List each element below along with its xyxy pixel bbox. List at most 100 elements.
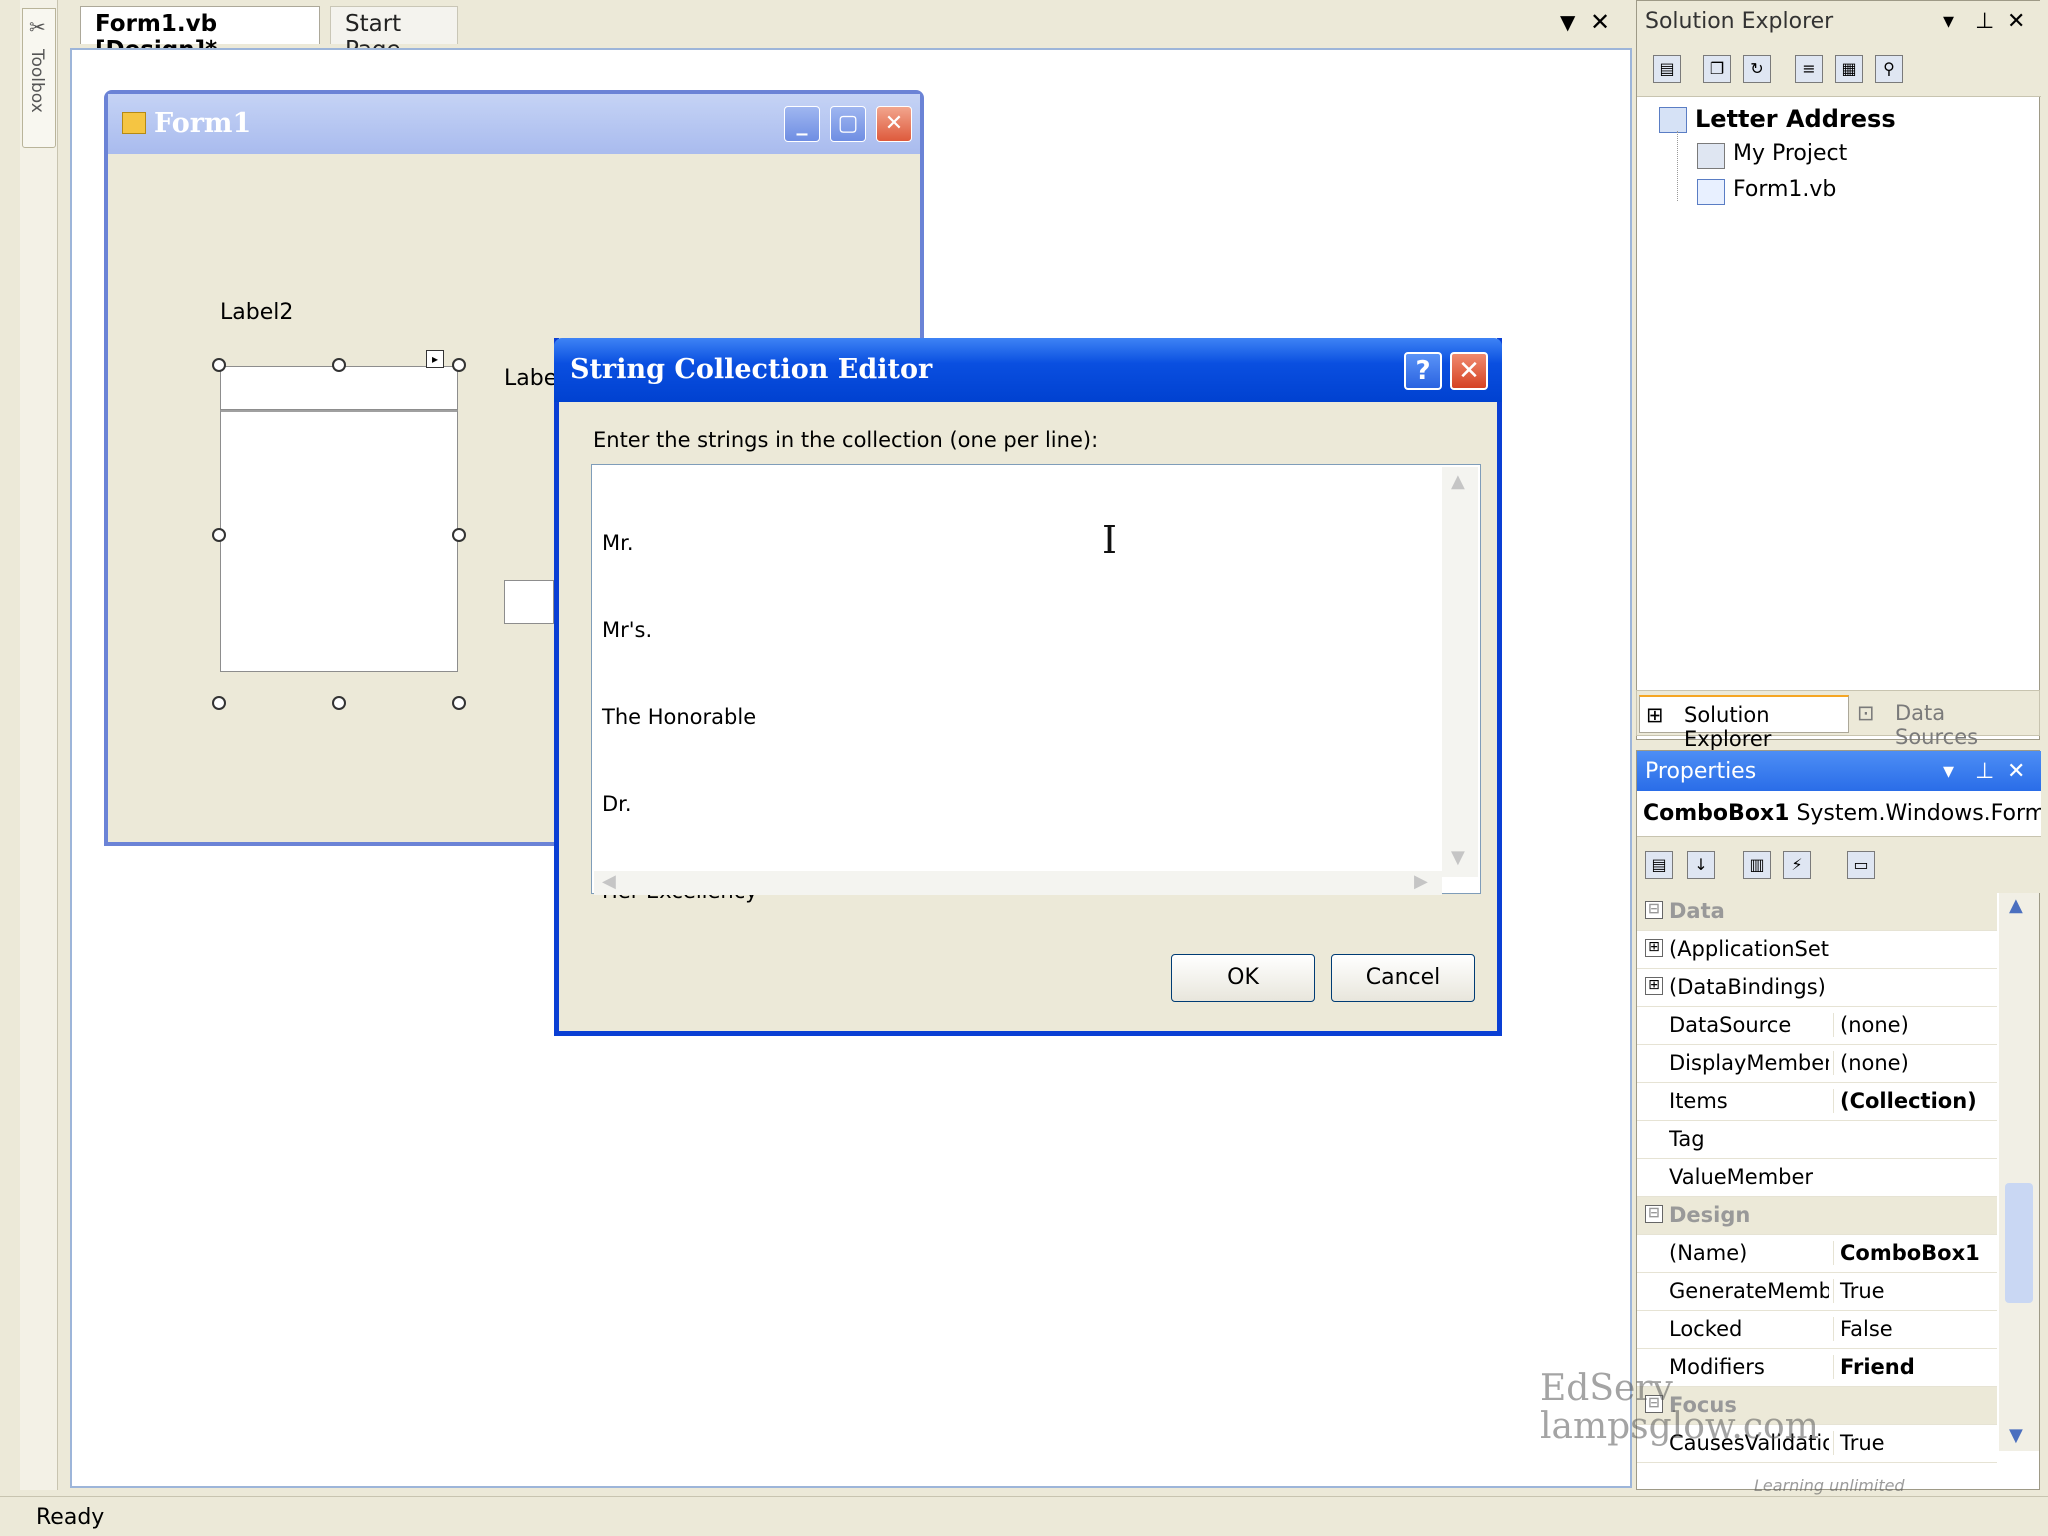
object-selector[interactable]: ComboBox1 System.Windows.Form: [1637, 791, 2041, 837]
expand-icon[interactable]: ⊞: [1645, 977, 1663, 995]
property-name: Locked: [1669, 1317, 1743, 1341]
property-value[interactable]: False: [1833, 1317, 2004, 1341]
property-value[interactable]: (Collection): [1833, 1089, 2004, 1113]
pin-icon[interactable]: ⊥: [1975, 759, 1994, 784]
vertical-scrollbar[interactable]: ▲ ▼: [1442, 467, 1478, 877]
help-button[interactable]: ?: [1404, 352, 1442, 390]
resize-handle[interactable]: [212, 696, 226, 710]
dialog-close-button[interactable]: ✕: [1450, 352, 1488, 390]
property-name: Items: [1669, 1089, 1728, 1113]
property-row[interactable]: Tag: [1637, 1121, 1997, 1159]
property-row[interactable]: ValueMember: [1637, 1159, 1997, 1197]
dialog-title-bar[interactable]: String Collection Editor ? ✕: [554, 338, 1502, 402]
property-row[interactable]: DataSource (none): [1637, 1007, 1997, 1045]
resize-handle[interactable]: [452, 358, 466, 372]
scroll-left-icon[interactable]: ◀: [602, 871, 616, 892]
property-value[interactable]: ComboBox1: [1833, 1241, 2004, 1265]
horizontal-scrollbar[interactable]: ◀ ▶: [594, 871, 1442, 895]
tab-solution-explorer[interactable]: ⊞ Solution Explorer: [1639, 695, 1849, 751]
properties-toolbar: ▤ ↓ ▥ ⚡ ▭: [1637, 837, 2041, 893]
solution-explorer-pane[interactable]: Solution Explorer ▾ ⊥ ✕ ▤ ❐ ↻ ≡ ▦ ⚲ Lett…: [1636, 0, 2041, 740]
property-value[interactable]: True: [1833, 1431, 2004, 1455]
property-row[interactable]: DisplayMember (none): [1637, 1045, 1997, 1083]
categorized-icon[interactable]: ▤: [1645, 851, 1673, 879]
property-value[interactable]: True: [1833, 1279, 2004, 1303]
pin-icon[interactable]: ⊥: [1975, 9, 1994, 34]
tab-data-sources[interactable]: ⊡ Data Sources: [1851, 695, 2037, 749]
property-row[interactable]: Locked False: [1637, 1311, 1997, 1349]
events-icon[interactable]: ⚡: [1783, 851, 1811, 879]
refresh-icon[interactable]: ↻: [1743, 55, 1771, 83]
scroll-right-icon[interactable]: ▶: [1414, 871, 1428, 892]
ok-button[interactable]: OK: [1171, 954, 1315, 1002]
scroll-down-icon[interactable]: ▼: [2009, 1425, 2023, 1446]
property-category[interactable]: ⊟ Data: [1637, 893, 1997, 931]
view-designer-icon[interactable]: ▦: [1835, 55, 1863, 83]
chevron-down-icon[interactable]: ▾: [1943, 759, 1954, 784]
close-icon[interactable]: ✕: [876, 106, 912, 142]
tree-root-project[interactable]: Letter Address: [1695, 105, 1896, 133]
resize-handle[interactable]: [212, 358, 226, 372]
view-code-icon[interactable]: ≡: [1795, 55, 1823, 83]
minimize-icon[interactable]: _: [784, 106, 820, 142]
property-value[interactable]: (none): [1833, 1013, 2004, 1037]
property-name: Design: [1669, 1203, 1751, 1227]
tree-item-form1[interactable]: Form1.vb: [1733, 177, 1836, 202]
property-value[interactable]: (none): [1833, 1051, 2004, 1075]
collapse-icon[interactable]: ⊟: [1645, 1205, 1663, 1223]
property-row[interactable]: (Name) ComboBox1: [1637, 1235, 1997, 1273]
string-collection-editor-dialog[interactable]: String Collection Editor ? ✕ Enter the s…: [554, 338, 1502, 1036]
tab-form1-design[interactable]: Form1.vb [Design]*: [80, 6, 320, 63]
property-value[interactable]: Friend: [1833, 1355, 2004, 1379]
smart-tag-icon[interactable]: ▸: [426, 350, 444, 368]
text-cursor-icon: I: [1102, 518, 1118, 562]
close-icon[interactable]: ✕: [1590, 8, 1610, 36]
property-row[interactable]: ⊞ (DataBindings): [1637, 969, 1997, 1007]
tree-item-my-project[interactable]: My Project: [1733, 141, 1847, 166]
property-row[interactable]: GenerateMembe True: [1637, 1273, 1997, 1311]
properties-icon[interactable]: ▤: [1653, 55, 1681, 83]
cancel-button[interactable]: Cancel: [1331, 954, 1475, 1002]
scroll-thumb[interactable]: [2005, 1183, 2033, 1303]
collapse-icon[interactable]: ⊟: [1645, 901, 1663, 919]
resize-handle[interactable]: [332, 358, 346, 372]
scroll-up-icon[interactable]: ▲: [1451, 471, 1465, 492]
scroll-up-icon[interactable]: ▲: [2009, 895, 2023, 916]
toolbox-tab[interactable]: ✂ Toolbox: [22, 8, 56, 148]
combobox1-list[interactable]: [220, 410, 458, 672]
label2[interactable]: Label2: [220, 300, 293, 325]
strings-textarea[interactable]: Mr. Mr's. The Honorable Dr. Her Excellen…: [591, 464, 1481, 903]
expand-icon[interactable]: ⊞: [1645, 939, 1663, 957]
textbox-partial[interactable]: [504, 580, 554, 624]
tab-start-page[interactable]: Start Page: [330, 6, 458, 63]
tab-label: Data Sources: [1895, 701, 1979, 749]
close-icon[interactable]: ✕: [2007, 759, 2025, 784]
dialog-title: String Collection Editor: [570, 354, 933, 385]
properties-view-icon[interactable]: ▥: [1743, 851, 1771, 879]
alphabetical-icon[interactable]: ↓: [1687, 851, 1715, 879]
label1-partial[interactable]: Labe: [504, 366, 557, 391]
chevron-down-icon[interactable]: ▾: [1943, 9, 1954, 34]
property-pages-icon[interactable]: ▭: [1847, 851, 1875, 879]
close-icon[interactable]: ✕: [2007, 9, 2025, 34]
resize-handle[interactable]: [332, 696, 346, 710]
property-row[interactable]: Items (Collection): [1637, 1083, 1997, 1121]
resize-handle[interactable]: [452, 528, 466, 542]
class-diagram-icon[interactable]: ⚲: [1875, 55, 1903, 83]
scroll-down-icon[interactable]: ▼: [1451, 847, 1465, 868]
property-category[interactable]: ⊟ Design: [1637, 1197, 1997, 1235]
property-name: (Name): [1669, 1241, 1748, 1265]
resize-handle[interactable]: [212, 528, 226, 542]
maximize-icon[interactable]: ▢: [830, 106, 866, 142]
properties-scrollbar[interactable]: ▲ ▼: [1999, 893, 2039, 1451]
status-bar: Ready: [0, 1496, 2048, 1536]
toolbox-strip: [20, 0, 58, 1490]
chevron-down-icon[interactable]: ▼: [1560, 10, 1575, 34]
show-all-files-icon[interactable]: ❐: [1703, 55, 1731, 83]
tree-connector: [1677, 131, 1679, 201]
resize-handle[interactable]: [452, 696, 466, 710]
string-line: The Honorable: [602, 705, 757, 729]
form1-title-bar[interactable]: Form1 _ ▢ ✕: [108, 94, 920, 154]
combobox1-edit[interactable]: [220, 366, 458, 410]
property-row[interactable]: ⊞ (ApplicationSetti: [1637, 931, 1997, 969]
